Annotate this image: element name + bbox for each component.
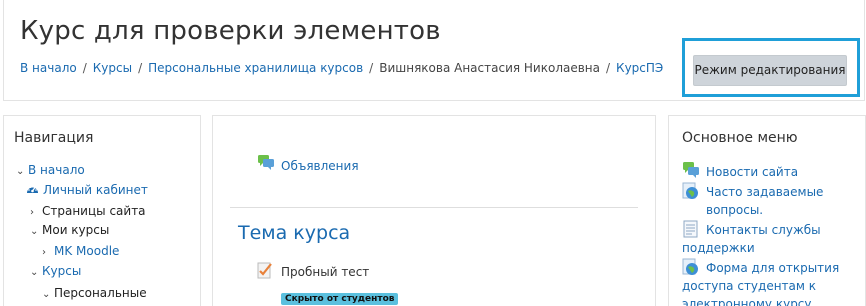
main-menu-title: Основное меню (682, 130, 798, 146)
breadcrumb: В начало / Курсы / Персональные хранилища ку… (20, 61, 663, 75)
breadcrumb-separator: / (606, 61, 611, 75)
chevron-down-icon: ⌄ (42, 289, 51, 300)
nav-item-label[interactable]: Курсы (42, 264, 81, 278)
nav-item-label[interactable]: Личный кабинет (43, 183, 148, 197)
page-title: Курс для проверки элементов (20, 16, 441, 46)
quiz-icon (257, 262, 272, 279)
breadcrumb-home[interactable]: В начало (20, 61, 77, 75)
nav-item-label: Персональные (54, 286, 147, 300)
nav-item-label[interactable]: MK Moodle (54, 244, 119, 258)
nav-item-home[interactable]: ⌄ В начало (16, 163, 85, 177)
forum-icon (258, 155, 274, 170)
breadcrumb-course[interactable]: КурсПЭ (616, 61, 663, 75)
globe-icon (682, 182, 698, 199)
chevron-down-icon: ⌄ (30, 226, 39, 237)
dashboard-icon (27, 186, 38, 193)
chevron-right-icon: › (42, 247, 46, 258)
forum-icon (683, 162, 699, 178)
nav-item-my-courses[interactable]: ⌄ Мои курсы (30, 223, 109, 237)
menu-item-access-form[interactable]: Форма для открытия доступа студентам к э… (682, 259, 862, 306)
nav-item-courses[interactable]: ⌄ Курсы (30, 264, 81, 278)
section-divider (230, 207, 638, 208)
breadcrumb-separator: / (82, 61, 87, 75)
breadcrumb-person: Вишнякова Анастасия Николаевна (379, 61, 600, 75)
menu-item-support-contacts[interactable]: Контакты службы поддержки (682, 221, 862, 257)
edit-mode-button[interactable]: Режим редактирования (693, 55, 847, 86)
main-menu-block: Основное меню Новости сайта Часто задава… (668, 115, 866, 306)
chevron-down-icon: ⌄ (16, 166, 25, 177)
nav-item-site-pages[interactable]: › Страницы сайта (30, 204, 146, 218)
breadcrumb-separator: / (369, 61, 374, 75)
section-title[interactable]: Тема курса (238, 222, 350, 244)
nav-item-dashboard[interactable]: Личный кабинет (26, 183, 148, 197)
navigation-title: Навигация (14, 130, 94, 146)
forum-link[interactable]: Объявления (281, 159, 359, 173)
navigation-block: Навигация ⌄ В начало Личный кабинет › Стра… (3, 115, 201, 306)
nav-item-personal[interactable]: ⌄ Персональные (42, 286, 147, 300)
breadcrumb-separator: / (138, 61, 143, 75)
nav-item-mk-moodle[interactable]: › MK Moodle (42, 244, 119, 258)
nav-item-label[interactable]: В начало (28, 163, 85, 177)
course-content: Объявления Тема курса Пробный тест Скрыт… (212, 115, 656, 306)
breadcrumb-courses[interactable]: Курсы (93, 61, 132, 75)
quiz-label[interactable]: Пробный тест (281, 265, 369, 279)
menu-item-faq[interactable]: Часто задаваемые вопросы. (706, 183, 846, 219)
chevron-right-icon: › (30, 207, 34, 218)
breadcrumb-personal[interactable]: Персональные хранилища курсов (148, 61, 363, 75)
menu-item-site-news[interactable]: Новости сайта (706, 163, 856, 181)
hidden-from-students-badge: Скрыто от студентов (281, 293, 399, 305)
nav-item-label: Страницы сайта (42, 204, 146, 218)
nav-item-label: Мои курсы (42, 223, 110, 237)
chevron-down-icon: ⌄ (30, 267, 39, 278)
